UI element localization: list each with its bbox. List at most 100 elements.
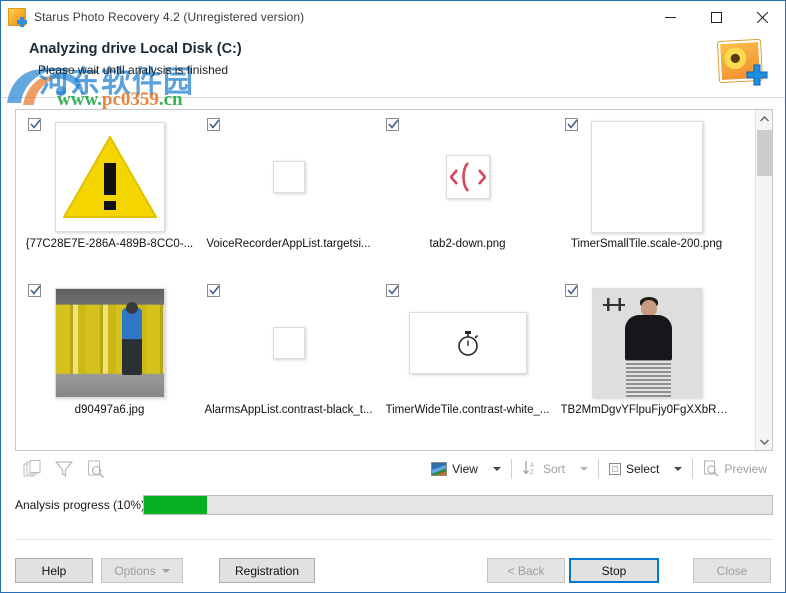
thumbnail-item[interactable] [199,446,378,450]
photo-thumbnail [591,288,702,398]
thumbnail-checkbox[interactable] [207,284,220,297]
blue-plus-icon [745,63,769,87]
scroll-down-button[interactable] [756,433,772,450]
thumbnail-scroll-area[interactable]: {77C28E7E-286A-489B-8CC0-... VoiceRecord… [16,110,755,450]
blank-tile-icon [590,121,703,233]
thumbnail-image-box [557,118,736,236]
copy-stack-icon[interactable] [21,458,43,480]
thumbnail-image-box [20,118,199,236]
thumbnail-checkbox[interactable] [207,118,220,131]
view-button[interactable]: View [425,456,507,482]
svg-text:Z: Z [530,470,534,476]
chevron-down-icon [161,568,170,573]
toolbar: View A Z Sort Select Preview [15,453,773,485]
preview-button[interactable]: Preview [697,456,773,482]
thumbnail-caption: TB2MmDgvYFlpuFjy0FgXXbRBV... [560,404,733,416]
view-label: View [452,462,478,476]
window-controls [647,1,785,33]
progress-bar-fill [144,496,207,514]
thumbnail-caption: {77C28E7E-286A-489B-8CC0-... [25,238,194,250]
header-subtitle: Please wait until analysis is finished [38,63,229,77]
options-label: Options [114,563,156,578]
toolbar-separator [510,459,512,479]
help-button[interactable]: Help [15,558,93,583]
thumbnail-item[interactable]: AlarmsAppList.contrast-black_t... [199,280,378,446]
select-checkbox-icon [608,463,621,475]
thumbnail-item[interactable] [20,446,199,450]
thumbnail-checkbox[interactable] [386,284,399,297]
scrollbar-thumb[interactable] [757,130,772,176]
close-dialog-button[interactable]: Close [693,558,771,583]
thumbnail-image-box [378,118,557,236]
application-window: Starus Photo Recovery 4.2 (Unregistered … [0,0,786,593]
toolbar-left-icons [15,458,107,480]
thumbnail-caption: d90497a6.jpg [74,404,145,416]
thumbnail-image-box [557,284,736,402]
chevron-down-icon[interactable] [492,467,501,471]
watermark-url: www.pc0359.cn [57,89,183,111]
registration-button[interactable]: Registration [219,558,315,583]
thumbnail-image-box [378,284,557,402]
watermark-url-prefix: www. [57,89,102,110]
thumbnail-checkbox[interactable] [565,284,578,297]
stop-button[interactable]: Stop [569,558,659,583]
footer-divider [15,539,773,540]
watermark-url-suffix: .cn [158,89,183,110]
options-button[interactable]: Options [101,558,183,583]
thumbnail-item[interactable]: TB2MmDgvYFlpuFjy0FgXXbRBV... [557,280,736,446]
stopwatch-icon [408,312,527,374]
window-title: Starus Photo Recovery 4.2 (Unregistered … [34,10,305,24]
footer: Help Options Registration < Back Stop Cl… [1,546,785,592]
title-bar: Starus Photo Recovery 4.2 (Unregistered … [1,1,785,33]
header-band: Analyzing drive Local Disk (C:) 河东软件园 ww… [1,33,785,110]
vertical-scrollbar[interactable] [755,110,772,450]
thumbnail-item[interactable] [557,446,736,450]
toolbar-right-controls: View A Z Sort Select Preview [425,456,773,482]
thumbnail-caption: TimerWideTile.contrast-white_... [385,404,550,416]
thumbnail-checkbox[interactable] [565,118,578,131]
warning-triangle-icon [54,122,165,232]
minimize-button[interactable] [647,1,693,33]
select-button[interactable]: Select [603,456,688,482]
progress-label: Analysis progress (10%) [15,498,146,512]
close-button[interactable] [739,1,785,33]
svg-text:A: A [530,463,534,469]
thumbnail-item[interactable] [378,446,557,450]
thumbnail-grid: {77C28E7E-286A-489B-8CC0-... VoiceRecord… [16,110,755,450]
preview-magnifier-icon [703,460,719,479]
thumbnail-image-box [199,118,378,236]
thumbnail-checkbox[interactable] [386,118,399,131]
thumbnail-caption: VoiceRecorderAppList.targetsi... [206,238,371,250]
toolbar-separator [597,459,599,479]
progress-row: Analysis progress (10%) [15,495,773,515]
header-logo [717,39,769,87]
chevron-down-icon[interactable] [674,467,683,471]
header-title: Analyzing drive Local Disk (C:) [29,41,242,57]
sort-az-icon: A Z [522,460,538,479]
thumbnail-item[interactable]: d90497a6.jpg [20,280,199,446]
thumbnail-caption: AlarmsAppList.contrast-black_t... [204,404,373,416]
filter-funnel-icon[interactable] [53,458,75,480]
chevron-down-icon[interactable] [579,467,588,471]
thumbnail-panel: {77C28E7E-286A-489B-8CC0-... VoiceRecord… [15,109,773,451]
scroll-up-button[interactable] [756,110,772,127]
toolbar-separator [692,459,694,479]
blank-tile-icon [272,161,305,193]
thumbnail-image-box [20,284,199,402]
progress-bar [143,495,773,515]
thumbnail-item[interactable]: VoiceRecorderAppList.targetsi... [199,114,378,280]
find-search-icon[interactable] [85,458,107,480]
thumbnail-item[interactable]: {77C28E7E-286A-489B-8CC0-... [20,114,199,280]
thumbnail-checkbox[interactable] [28,118,41,131]
maximize-button[interactable] [693,1,739,33]
thumbnail-item[interactable]: TimerWideTile.contrast-white_... [378,280,557,446]
thumbnail-checkbox[interactable] [28,284,41,297]
thumbnail-item[interactable]: TimerSmallTile.scale-200.png [557,114,736,280]
select-label: Select [625,462,660,476]
red-diamond-icon [445,155,490,199]
back-button[interactable]: < Back [487,558,565,583]
thumbnail-item[interactable]: tab2-down.png [378,114,557,280]
preview-label: Preview [724,462,767,476]
sort-button[interactable]: A Z Sort [516,456,594,482]
app-icon [8,8,27,27]
